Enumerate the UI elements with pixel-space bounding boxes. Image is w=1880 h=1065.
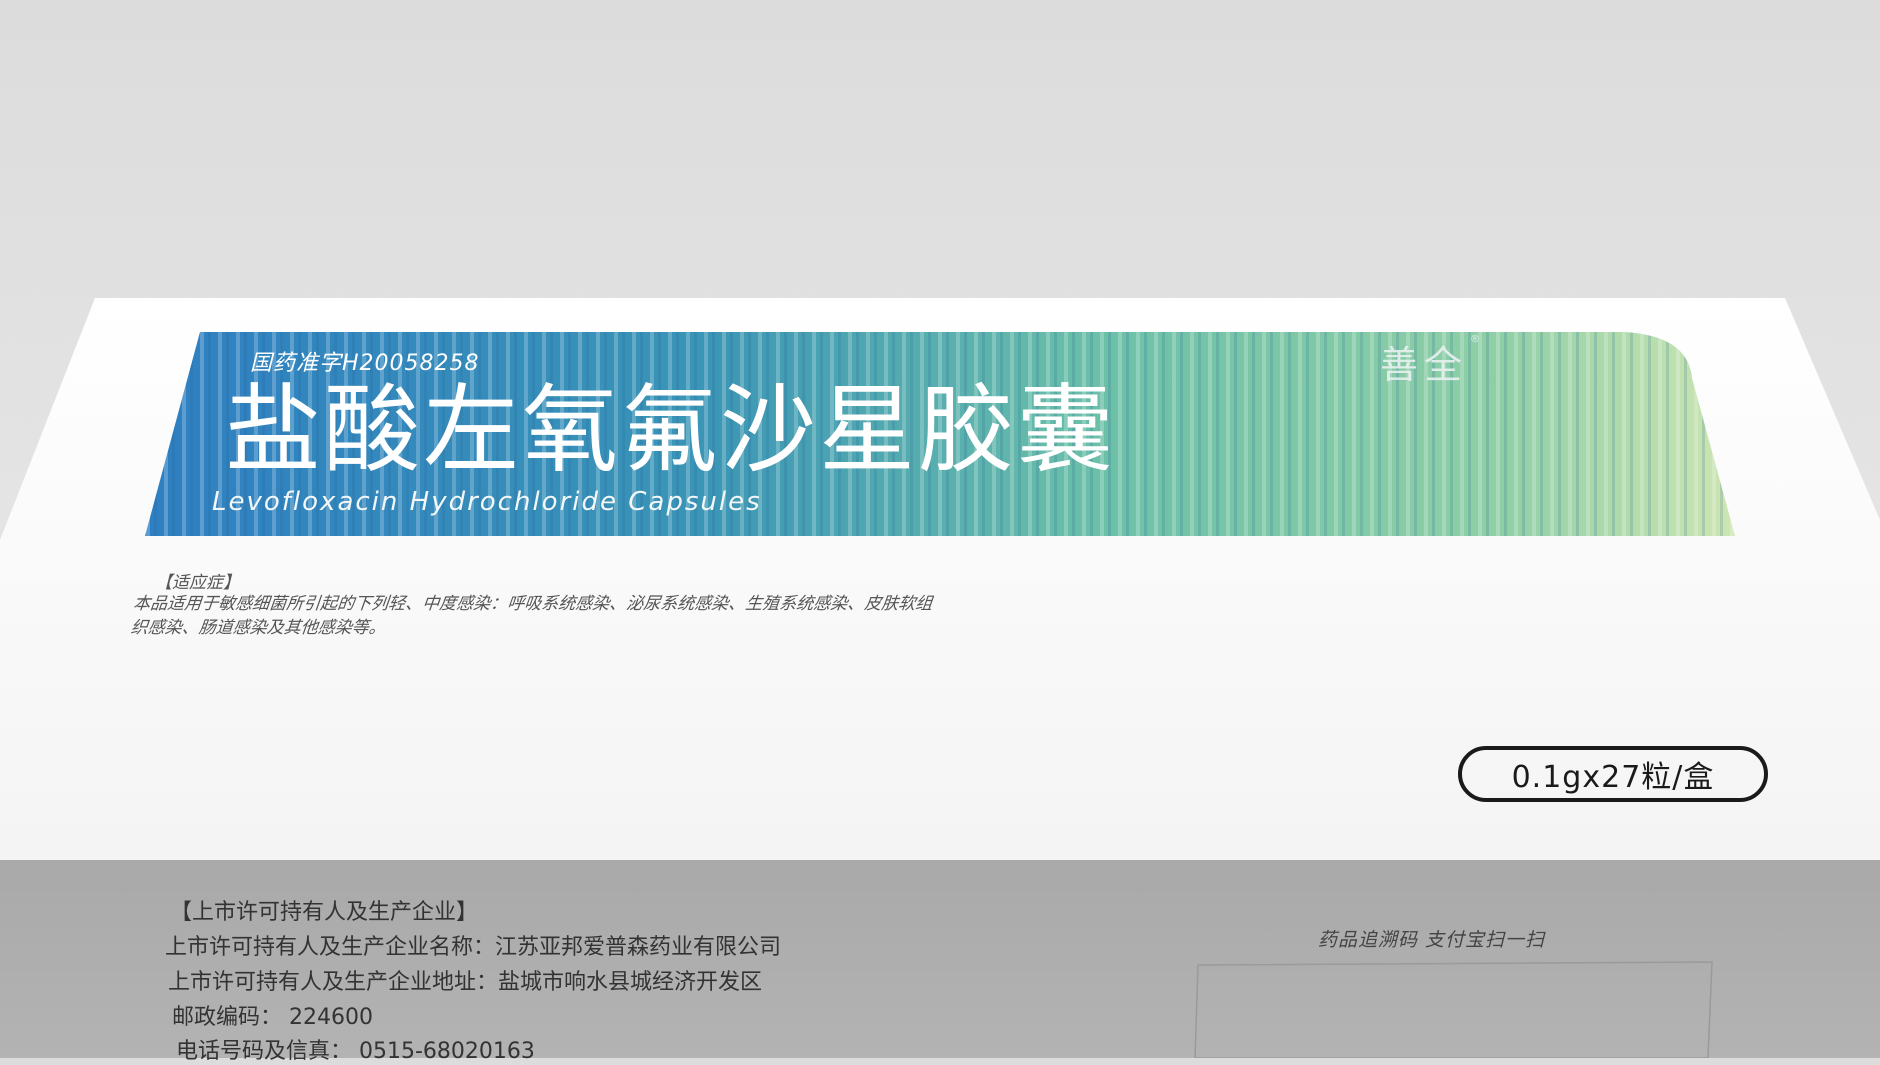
trace-code-label: 药品追溯码 支付宝扫一扫 [1318, 929, 1546, 951]
postcode: 邮政编码： 224600 [172, 1005, 373, 1030]
brand-logo: 善全® [1380, 334, 1486, 389]
medicine-box: 国药准字H20058258 盐酸左氧氟沙星胶囊 Levofloxacin Hyd… [0, 0, 1880, 1064]
manufacturer-name: 上市许可持有人及生产企业名称：江苏亚邦爱普森药业有限公司 [165, 935, 782, 960]
indication-text: 本品适用于敏感细菌所引起的下列轻、中度感染：呼吸系统感染、泌尿系统感染、生殖系统… [129, 594, 934, 638]
brand-name: 善全 [1380, 343, 1469, 387]
indication-heading: 【适应症】 [155, 573, 240, 593]
product-name-en: Levofloxacin Hydrochloride Capsules [212, 487, 762, 517]
spec-badge: 0.1gx27粒/盒 [1458, 746, 1768, 802]
registered-mark: ® [1470, 334, 1487, 345]
approval-number: 国药准字H20058258 [250, 351, 480, 376]
manufacturer-heading: 【上市许可持有人及生产企业】 [170, 900, 479, 925]
phone-fax: 电话号码及信真： 0515-68020163 [176, 1039, 535, 1064]
product-name-cn: 盐酸左氧氟沙星胶囊 [225, 374, 1116, 486]
manufacturer-address: 上市许可持有人及生产企业地址：盐城市响水县城经济开发区 [168, 970, 763, 995]
